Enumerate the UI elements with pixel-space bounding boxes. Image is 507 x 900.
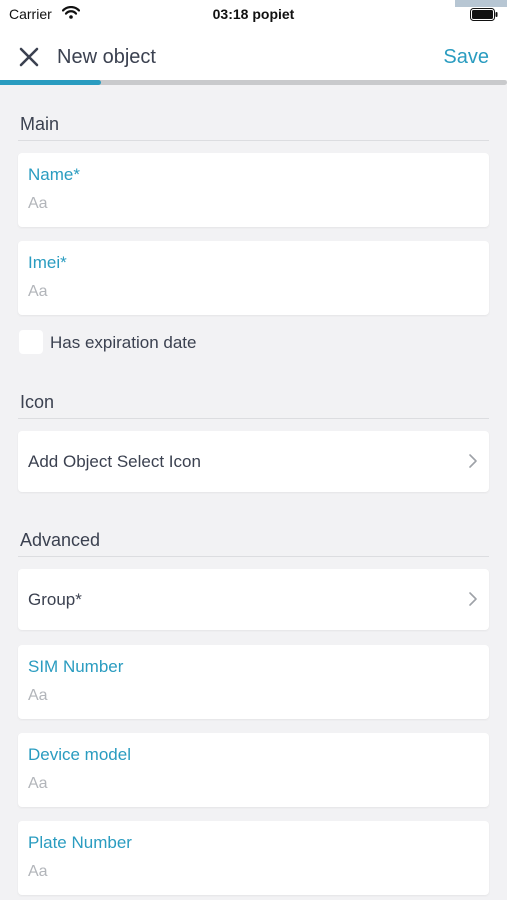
- name-field-label: Name*: [28, 165, 80, 184]
- save-button[interactable]: Save: [443, 46, 489, 69]
- section-title-main: Main: [20, 114, 60, 134]
- expiration-checkbox-label[interactable]: Has expiration date: [50, 333, 196, 353]
- name-field-input[interactable]: [28, 195, 468, 213]
- plate-number-field-card[interactable]: Plate Number: [18, 821, 489, 895]
- imei-field-label: Imei*: [28, 253, 67, 272]
- group-row-label: Group*: [28, 590, 82, 609]
- section-divider: [18, 418, 489, 419]
- form-progress-fill: [0, 80, 102, 85]
- section-divider: [18, 556, 489, 557]
- sim-number-field-card[interactable]: SIM Number: [18, 645, 489, 719]
- status-bar: Carrier 03:18 popiet: [0, 0, 507, 30]
- plate-number-field-input[interactable]: [28, 863, 468, 881]
- select-icon-row-label: Add Object Select Icon: [28, 452, 201, 471]
- device-model-field-label: Device model: [28, 745, 131, 764]
- plate-number-field-label: Plate Number: [28, 833, 132, 852]
- device-model-field-card[interactable]: Device model: [18, 733, 489, 807]
- chevron-right-icon: [468, 591, 478, 612]
- imei-field-input[interactable]: [28, 283, 468, 301]
- status-corner-strip: [455, 0, 507, 7]
- sim-number-field-label: SIM Number: [28, 657, 124, 676]
- name-field-card[interactable]: Name*: [18, 153, 489, 227]
- imei-field-card[interactable]: Imei*: [18, 241, 489, 315]
- form-progress-bar: [0, 80, 507, 85]
- chevron-right-icon: [468, 453, 478, 474]
- page-title: New object: [57, 46, 156, 68]
- battery-icon: [470, 8, 498, 26]
- section-divider: [18, 140, 489, 141]
- sim-number-field-input[interactable]: [28, 687, 468, 705]
- status-time: 03:18 popiet: [212, 6, 295, 22]
- close-icon[interactable]: [17, 45, 41, 69]
- group-row[interactable]: Group*: [18, 569, 489, 630]
- section-title-advanced: Advanced: [20, 530, 101, 550]
- nav-bar: New object Save: [0, 30, 507, 80]
- expiration-checkbox[interactable]: [19, 330, 43, 354]
- section-title-icon: Icon: [20, 392, 55, 412]
- device-model-field-input[interactable]: [28, 775, 468, 793]
- select-icon-row[interactable]: Add Object Select Icon: [18, 431, 489, 492]
